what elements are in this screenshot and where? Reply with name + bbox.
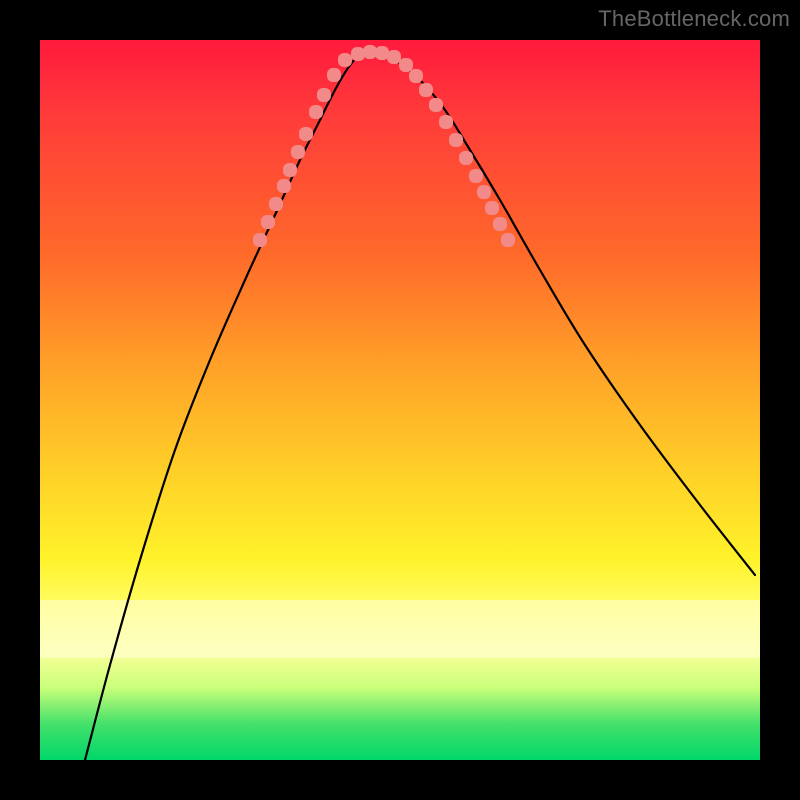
highlight-dots-group bbox=[253, 45, 515, 247]
chart-svg bbox=[40, 40, 760, 760]
highlight-dot bbox=[429, 98, 443, 112]
chart-frame: TheBottleneck.com bbox=[0, 0, 800, 800]
highlight-dot bbox=[299, 127, 313, 141]
highlight-dot bbox=[469, 169, 483, 183]
highlight-dot bbox=[283, 163, 297, 177]
highlight-dot bbox=[291, 145, 305, 159]
highlight-dot bbox=[439, 115, 453, 129]
highlight-dot bbox=[387, 50, 401, 64]
highlight-dot bbox=[363, 45, 377, 59]
highlight-dot bbox=[253, 233, 267, 247]
highlight-dot bbox=[501, 233, 515, 247]
highlight-dot bbox=[269, 197, 283, 211]
highlight-dot bbox=[485, 201, 499, 215]
highlight-dot bbox=[261, 215, 275, 229]
highlight-dot bbox=[375, 46, 389, 60]
highlight-dot bbox=[399, 58, 413, 72]
highlight-dot bbox=[459, 151, 473, 165]
highlight-dot bbox=[493, 217, 507, 231]
plot-area bbox=[40, 40, 760, 760]
highlight-dot bbox=[419, 83, 433, 97]
highlight-dot bbox=[477, 185, 491, 199]
bottleneck-curve bbox=[85, 52, 755, 760]
highlight-dot bbox=[277, 179, 291, 193]
highlight-dot bbox=[351, 47, 365, 61]
watermark-text: TheBottleneck.com bbox=[598, 6, 790, 32]
highlight-dot bbox=[338, 53, 352, 67]
highlight-dot bbox=[327, 68, 341, 82]
highlight-dot bbox=[309, 105, 323, 119]
highlight-dot bbox=[409, 69, 423, 83]
highlight-dot bbox=[317, 88, 331, 102]
highlight-dot bbox=[449, 133, 463, 147]
